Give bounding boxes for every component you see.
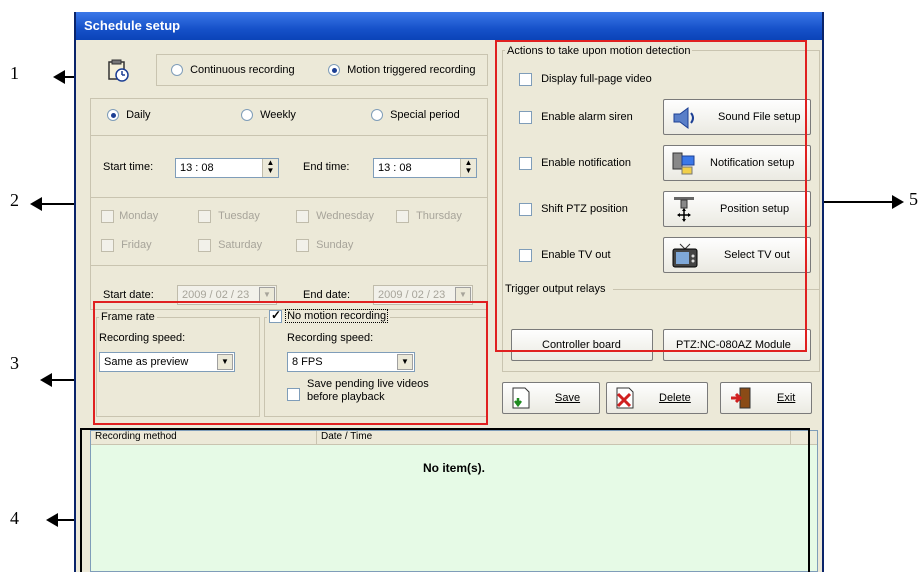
schedule-period-group: Daily Weekly Special period Start time: …	[90, 98, 488, 310]
separator	[91, 197, 487, 198]
start-time-label: Start time:	[103, 161, 154, 173]
weekday-label: Sunday	[316, 239, 354, 252]
separator	[91, 265, 487, 266]
end-time-field[interactable]: 13 : 08 ▲ ▼	[373, 158, 477, 178]
weekday-label: Thursday	[416, 210, 462, 223]
delete-icon	[613, 386, 637, 413]
save-icon	[509, 386, 533, 413]
monday-checkbox	[101, 210, 114, 223]
special-radio-dot	[371, 109, 383, 122]
weekly-radio-dot	[241, 109, 253, 122]
weekday-label: Monday	[119, 210, 159, 223]
start-time-value: 13 : 08	[180, 162, 214, 174]
save-label: Save	[555, 392, 581, 404]
exit-label: Exit	[777, 392, 796, 404]
weekday-label: Tuesday	[218, 210, 260, 223]
saturday-checkbox	[198, 239, 211, 252]
callout-4: 4	[10, 508, 19, 528]
end-time-spinner[interactable]: ▲ ▼	[460, 159, 476, 177]
daily-radio-dot	[107, 109, 119, 122]
end-date-label: End date:	[303, 289, 351, 301]
motion-recording-radio[interactable]: Motion triggered recording	[328, 64, 476, 77]
weekday-label: Wednesday	[316, 210, 374, 223]
callout-5: 5	[909, 189, 918, 209]
schedule-clock-icon	[106, 58, 130, 82]
weekday-friday[interactable]: Friday	[101, 239, 152, 252]
thursday-checkbox	[396, 210, 409, 223]
callout-3: 3	[10, 353, 19, 373]
separator	[91, 135, 487, 136]
weekday-saturday[interactable]: Saturday	[198, 239, 262, 252]
special-period-radio[interactable]: Special period	[371, 109, 460, 122]
callout-2: 2	[10, 190, 19, 210]
recording-mode-group: Continuous recording Motion triggered re…	[156, 54, 488, 86]
weekday-label: Friday	[121, 239, 152, 252]
exit-button[interactable]: Exit	[720, 382, 812, 414]
highlight-recording-list	[80, 428, 810, 572]
continuous-recording-radio[interactable]: Continuous recording	[171, 64, 295, 77]
delete-button[interactable]: Delete	[606, 382, 708, 414]
weekday-monday[interactable]: Monday	[101, 210, 158, 223]
wednesday-checkbox	[296, 210, 309, 223]
weekday-thursday[interactable]: Thursday	[396, 210, 462, 223]
weekday-wednesday[interactable]: Wednesday	[296, 210, 374, 223]
sunday-checkbox	[296, 239, 309, 252]
exit-door-icon	[729, 386, 753, 413]
end-time-value: 13 : 08	[378, 162, 412, 174]
start-date-value: 2009 / 02 / 23	[182, 289, 250, 301]
tuesday-checkbox	[198, 210, 211, 223]
motion-radio-dot	[328, 64, 340, 77]
weekday-sunday[interactable]: Sunday	[296, 239, 353, 252]
continuous-recording-label: Continuous recording	[190, 64, 295, 76]
save-button[interactable]: Save	[502, 382, 600, 414]
highlight-motion-actions	[495, 40, 807, 352]
window-title: Schedule setup	[76, 12, 822, 40]
friday-checkbox	[101, 239, 114, 252]
callout-1: 1	[10, 63, 19, 83]
daily-radio[interactable]: Daily	[107, 109, 151, 122]
weekly-label: Weekly	[260, 109, 296, 121]
end-time-label: End time:	[303, 161, 350, 173]
end-date-value: 2009 / 02 / 23	[378, 289, 446, 301]
start-time-field[interactable]: 13 : 08 ▲ ▼	[175, 158, 279, 178]
motion-recording-label: Motion triggered recording	[347, 64, 476, 76]
weekday-label: Saturday	[218, 239, 263, 252]
continuous-radio-dot	[171, 64, 183, 77]
daily-label: Daily	[126, 109, 151, 121]
start-time-spinner[interactable]: ▲ ▼	[262, 159, 278, 177]
weekday-tuesday[interactable]: Tuesday	[198, 210, 260, 223]
highlight-frame-rate	[93, 301, 488, 425]
start-date-label: Start date:	[103, 289, 154, 301]
special-period-label: Special period	[390, 109, 460, 121]
weekly-radio[interactable]: Weekly	[241, 109, 296, 122]
delete-label: Delete	[659, 392, 691, 404]
